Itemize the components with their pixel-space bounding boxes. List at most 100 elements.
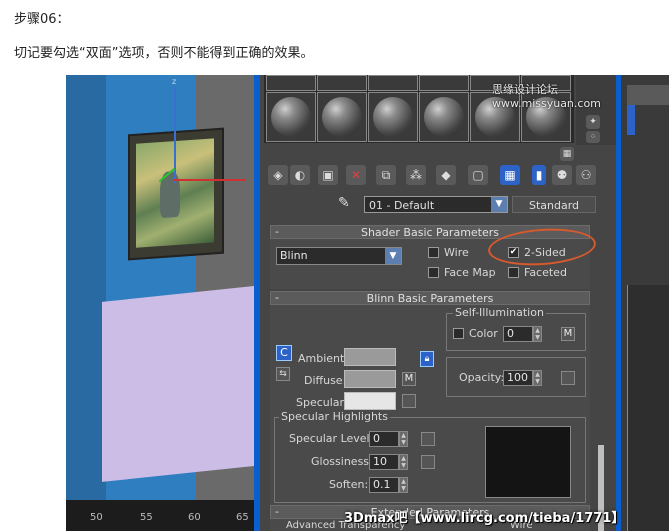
sample-slot[interactable] [419, 75, 469, 91]
timeline-ruler[interactable]: 50 55 60 65 [66, 500, 266, 531]
go-sibling-icon[interactable]: ⚇ [576, 165, 596, 185]
sample-slot[interactable] [266, 75, 316, 91]
specular-highlights-group: Specular Highlights Specular Level: 0 ▲ ▼… [274, 410, 586, 503]
sample-sphere [424, 97, 464, 137]
options-icon[interactable]: ⁘ [586, 131, 600, 143]
ruler-tick: 65 [236, 512, 249, 523]
ruler-tick: 55 [140, 512, 153, 523]
viewport[interactable]: z [66, 75, 256, 500]
wall-side [66, 75, 106, 500]
sample-sphere [322, 97, 362, 137]
glossiness-label: Glossiness: [311, 455, 373, 468]
material-type-button[interactable]: Standard [512, 196, 596, 213]
sample-sphere [271, 97, 311, 137]
sample-sphere [373, 97, 413, 137]
specular-level-label: Specular Level: [289, 432, 374, 445]
command-panel [621, 75, 669, 531]
wire-label: Wire [444, 246, 469, 259]
put-to-scene-icon[interactable]: ◐ [290, 165, 310, 185]
sample-slot[interactable] [419, 92, 469, 142]
self-illum-value[interactable]: 0 [503, 326, 533, 342]
blinn-basic-rollout: Self-Illumination Color 0 ▲ ▼ M C ⇆ Ambie… [270, 305, 590, 505]
material-name-dropdown[interactable]: 01 - Default ▼ [364, 196, 508, 213]
diffuse-map-button[interactable]: M [402, 372, 416, 386]
editor-toolbar: ◈ ◐ ▣ ✕ ⧉ ⁂ ◆ ▢ ▦ ▮ ⚉ ⚇ [260, 165, 616, 189]
rollout-title: Shader Basic Parameters [360, 226, 500, 239]
specular-swatch[interactable] [344, 392, 396, 410]
opacity-value[interactable]: 100 [503, 370, 533, 386]
assign-material-icon[interactable]: ▣ [318, 165, 338, 185]
wire-checkbox[interactable] [428, 247, 439, 258]
step-title: 步骤06： [14, 12, 70, 27]
collapse-icon[interactable]: - [275, 225, 279, 239]
glossiness-map-button[interactable] [421, 455, 435, 469]
faceted-checkbox[interactable] [508, 267, 519, 278]
sample-slot[interactable] [368, 75, 418, 91]
ruler-tick: 50 [90, 512, 103, 523]
step-note: 切记要勾选“双面”选项，否则不能得到正确的效果。 [14, 46, 314, 61]
ambient-swatch[interactable] [344, 348, 396, 366]
eyedropper-icon[interactable]: ✎ [338, 195, 350, 211]
lock-ambient-diffuse-button[interactable]: C [276, 345, 292, 361]
shader-type: Blinn [280, 249, 308, 262]
opacity-group: Opacity: 100 ▲ ▼ [446, 357, 586, 397]
sample-slot[interactable] [266, 92, 316, 142]
specular-highlights-title: Specular Highlights [279, 410, 390, 423]
specular-level-value[interactable]: 0 [369, 431, 399, 447]
specular-level-map-button[interactable] [421, 432, 435, 446]
opacity-map-button[interactable] [561, 371, 575, 385]
material-name: 01 - Default [369, 199, 435, 212]
specular-label: Specular: [296, 396, 348, 409]
self-illum-spinner[interactable]: ▲ ▼ [533, 326, 542, 342]
floor-plane [102, 284, 256, 482]
reset-icon[interactable]: ✕ [346, 165, 366, 185]
sample-slot[interactable] [368, 92, 418, 142]
show-map-icon[interactable]: ▦ [500, 165, 520, 185]
lock-diffuse-specular-icon[interactable]: ⇆ [276, 367, 290, 381]
stained-glass-panel[interactable] [128, 127, 224, 261]
command-panel-list[interactable] [627, 285, 669, 531]
copy-material-icon[interactable]: ⧉ [376, 165, 396, 185]
specular-map-button[interactable] [402, 394, 416, 408]
glossiness-value[interactable]: 10 [369, 454, 399, 470]
show-end-result-icon[interactable]: ▮ [532, 165, 546, 185]
soften-value[interactable]: 0.1 [369, 477, 399, 493]
self-illum-title: Self-Illumination [453, 306, 546, 319]
ambient-label: Ambient: [298, 352, 349, 365]
diffuse-swatch[interactable] [344, 370, 396, 388]
go-parent-icon[interactable]: ⚉ [552, 165, 572, 185]
collapse-icon[interactable]: - [275, 291, 279, 305]
color-label: Color [469, 327, 498, 340]
get-material-icon[interactable]: ◈ [268, 165, 288, 185]
self-illum-color-checkbox[interactable] [453, 328, 464, 339]
lock-icon[interactable]: 🔒︎ [420, 351, 434, 367]
diffuse-label: Diffuse: [304, 374, 347, 387]
screenshot-3dsmax: z 50 55 60 65 ✦ ⁘ ▦ ◈ ◐ ▣ ✕ ⧉ ⁂ ◆ ▢ ▦ ▮ … [66, 75, 669, 531]
highlight-curve-preview [485, 426, 571, 498]
sample-slot[interactable] [317, 75, 367, 91]
self-illum-map-button[interactable]: M [561, 327, 575, 341]
ruler-tick: 60 [188, 512, 201, 523]
sample-slot[interactable] [317, 92, 367, 142]
blinn-basic-rollout-header[interactable]: - Blinn Basic Parameters [270, 291, 590, 305]
opacity-spinner[interactable]: ▲ ▼ [533, 370, 542, 386]
collapse-icon[interactable]: - [275, 505, 279, 519]
watermark-top: 思缘设计论坛 www.missyuan.com [492, 83, 601, 110]
effects-channel-icon[interactable]: ▢ [468, 165, 488, 185]
self-illum-group: Self-Illumination Color 0 ▲ ▼ M [446, 306, 586, 351]
rollout-title: Blinn Basic Parameters [366, 292, 494, 305]
magnify-icon[interactable]: ✦ [586, 115, 600, 129]
library-icon[interactable]: ◆ [436, 165, 456, 185]
material-editor: ✦ ⁘ ▦ ◈ ◐ ▣ ✕ ⧉ ⁂ ◆ ▢ ▦ ▮ ⚉ ⚇ ✎ 01 - Def… [260, 75, 616, 531]
glossiness-spinner[interactable]: ▲ ▼ [399, 454, 408, 470]
unique-icon[interactable]: ⁂ [406, 165, 426, 185]
shader-type-dropdown[interactable]: Blinn ▼ [276, 247, 402, 265]
face-map-checkbox[interactable] [428, 267, 439, 278]
gizmo-x-axis[interactable] [174, 179, 246, 181]
checker-icon[interactable]: ▦ [560, 147, 574, 161]
chevron-down-icon[interactable]: ▼ [491, 197, 507, 212]
soften-spinner[interactable]: ▲ ▼ [399, 477, 408, 493]
specular-level-spinner[interactable]: ▲ ▼ [399, 431, 408, 447]
opacity-label: Opacity: [459, 371, 505, 384]
chevron-down-icon[interactable]: ▼ [385, 248, 401, 264]
